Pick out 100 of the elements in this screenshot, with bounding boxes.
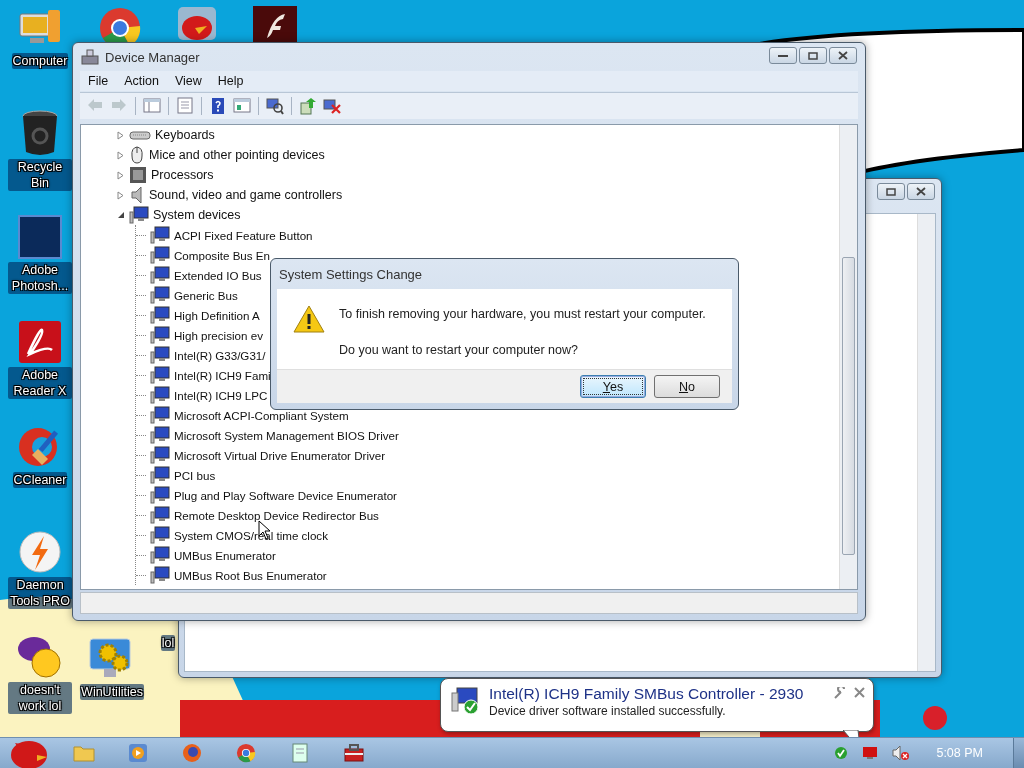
desktop-icon-label[interactable]: Adobe Reader X bbox=[8, 367, 72, 399]
expand-arrow-icon[interactable] bbox=[117, 190, 125, 200]
tree-item[interactable]: UMBus Root Bus Enumerator bbox=[174, 565, 327, 585]
collapse-arrow-icon[interactable] bbox=[117, 210, 125, 220]
system-device-icon bbox=[150, 326, 170, 344]
dialog-button[interactable]: No bbox=[654, 375, 720, 398]
display-icon[interactable] bbox=[862, 746, 879, 760]
system-device-icon bbox=[150, 246, 170, 264]
desktop-icon-label[interactable]: doesn't work lol bbox=[8, 682, 72, 714]
desktop-icon-label[interactable]: CCleaner bbox=[12, 472, 68, 488]
menu-item[interactable]: View bbox=[166, 73, 210, 89]
system-device-icon bbox=[150, 526, 170, 544]
lightning-icon bbox=[18, 530, 62, 574]
device-installed-icon bbox=[451, 685, 481, 715]
tree-item[interactable]: Composite Bus En bbox=[174, 245, 271, 265]
check-shield-icon[interactable] bbox=[834, 746, 849, 760]
tree-item[interactable]: Microsoft System Management BIOS Driver bbox=[174, 425, 399, 445]
expand-arrow-icon[interactable] bbox=[117, 130, 125, 140]
photoshop-icon bbox=[18, 215, 62, 259]
notification-title: Intel(R) ICH9 Family SMBus Controller - 2930 bbox=[489, 685, 805, 703]
warning-icon bbox=[293, 305, 325, 333]
tree-item[interactable]: ACPI Fixed Feature Button bbox=[174, 225, 313, 245]
desktop-icon-label[interactable]: Adobe Photosh... bbox=[8, 262, 72, 294]
tree-item[interactable]: Extended IO Bus bbox=[174, 265, 262, 285]
tree-item[interactable]: Microsoft ACPI-Compliant System bbox=[174, 405, 349, 425]
dialog-button[interactable]: Yes bbox=[580, 375, 646, 398]
tree-item[interactable]: PCI bus bbox=[174, 465, 216, 485]
wrench-icon[interactable] bbox=[834, 687, 846, 699]
properties-icon[interactable] bbox=[174, 96, 196, 116]
firefox-icon[interactable] bbox=[182, 743, 202, 763]
speaker-icon bbox=[129, 186, 145, 204]
action-pane-icon[interactable] bbox=[231, 96, 253, 116]
system-device-icon bbox=[150, 546, 170, 564]
notification-message: Device driver software installed successfully. bbox=[489, 704, 727, 718]
tree-item[interactable]: Keyboards bbox=[155, 128, 215, 142]
tree-item[interactable]: Mice and other pointing devices bbox=[149, 148, 325, 162]
maximize-icon bbox=[808, 51, 818, 60]
show-desktop-button[interactable] bbox=[1013, 738, 1024, 768]
menu-item[interactable]: File bbox=[80, 73, 117, 89]
scan-hardware-icon[interactable] bbox=[264, 96, 286, 116]
tree-item[interactable]: Microsoft Virtual Drive Enumerator Driver bbox=[174, 445, 386, 465]
maximize-button[interactable] bbox=[877, 183, 905, 200]
system-device-icon bbox=[150, 466, 170, 484]
desktop-icon-label[interactable]: Daemon Tools PRO bbox=[8, 577, 72, 609]
minimize-button[interactable] bbox=[769, 47, 797, 64]
tree-item[interactable]: UMBus Enumerator bbox=[174, 545, 276, 565]
tree-item[interactable]: High Definition A bbox=[174, 305, 260, 325]
device-manager-icon bbox=[81, 49, 99, 65]
tree-item[interactable]: Intel(R) ICH9 LPC bbox=[174, 385, 268, 405]
window-title: Device Manager bbox=[105, 49, 201, 65]
menu-item[interactable]: Action bbox=[116, 73, 167, 89]
scrollbar[interactable] bbox=[917, 214, 935, 671]
maximize-icon bbox=[886, 187, 896, 196]
notepad-icon[interactable] bbox=[291, 743, 309, 763]
system-device-icon bbox=[150, 406, 170, 424]
system-device-icon bbox=[150, 306, 170, 324]
scrollbar[interactable] bbox=[839, 125, 857, 589]
tree-item[interactable]: Plug and Play Software Device Enumerator bbox=[174, 485, 397, 505]
browser-icon[interactable] bbox=[236, 743, 256, 763]
smiley-icon bbox=[16, 635, 64, 679]
system-device-icon bbox=[150, 366, 170, 384]
close-button[interactable] bbox=[907, 183, 935, 200]
dialog-question: Do you want to restart your computer now? bbox=[339, 343, 579, 357]
system-device-icon bbox=[150, 506, 170, 524]
mouse-icon bbox=[129, 146, 145, 164]
system-device-icon bbox=[150, 386, 170, 404]
tree-item[interactable]: Generic Bus bbox=[174, 285, 238, 305]
muted-speaker-icon[interactable] bbox=[892, 745, 911, 761]
tree-item[interactable]: Intel(R) G33/G31/ bbox=[174, 345, 266, 365]
dialog-title: System Settings Change bbox=[279, 266, 424, 282]
system-device-icon bbox=[150, 286, 170, 304]
desktop-icon-label[interactable]: lol bbox=[160, 635, 176, 651]
pdf-icon bbox=[18, 320, 62, 364]
close-icon bbox=[838, 51, 848, 60]
system-device-icon bbox=[150, 346, 170, 364]
media-player-icon[interactable] bbox=[128, 743, 148, 763]
close-icon bbox=[916, 187, 926, 196]
computer-icon bbox=[129, 206, 149, 224]
dialog-message: To finish removing your hardware, you must restart your computer. bbox=[339, 307, 706, 321]
desktop-icon-label[interactable]: Recycle Bin bbox=[8, 159, 72, 191]
close-button[interactable] bbox=[829, 47, 857, 64]
tree-item[interactable]: Processors bbox=[151, 168, 214, 182]
system-device-icon bbox=[150, 446, 170, 464]
system-device-icon bbox=[150, 426, 170, 444]
uninstall-icon[interactable] bbox=[321, 96, 343, 116]
expand-arrow-icon[interactable] bbox=[117, 150, 125, 160]
console-tree-icon[interactable] bbox=[141, 96, 163, 116]
expand-arrow-icon[interactable] bbox=[117, 170, 125, 180]
close-icon[interactable] bbox=[854, 687, 865, 698]
desktop-icon-label[interactable]: Computer bbox=[11, 53, 69, 69]
menu-item[interactable]: Help bbox=[209, 73, 252, 89]
tree-item[interactable]: Intel(R) ICH9 Fami bbox=[174, 365, 271, 385]
maximize-button[interactable] bbox=[799, 47, 827, 64]
toolbox-icon[interactable] bbox=[343, 743, 365, 763]
tree-item[interactable]: Sound, video and game controllers bbox=[149, 188, 343, 202]
tree-item[interactable]: High precision ev bbox=[174, 325, 263, 345]
desktop-icon-label[interactable]: WinUtilities bbox=[80, 684, 144, 700]
bird-icon bbox=[177, 6, 217, 40]
tree-item[interactable]: Remote Desktop Device Redirector Bus bbox=[174, 505, 379, 525]
tree-item[interactable]: System devices bbox=[153, 208, 241, 222]
